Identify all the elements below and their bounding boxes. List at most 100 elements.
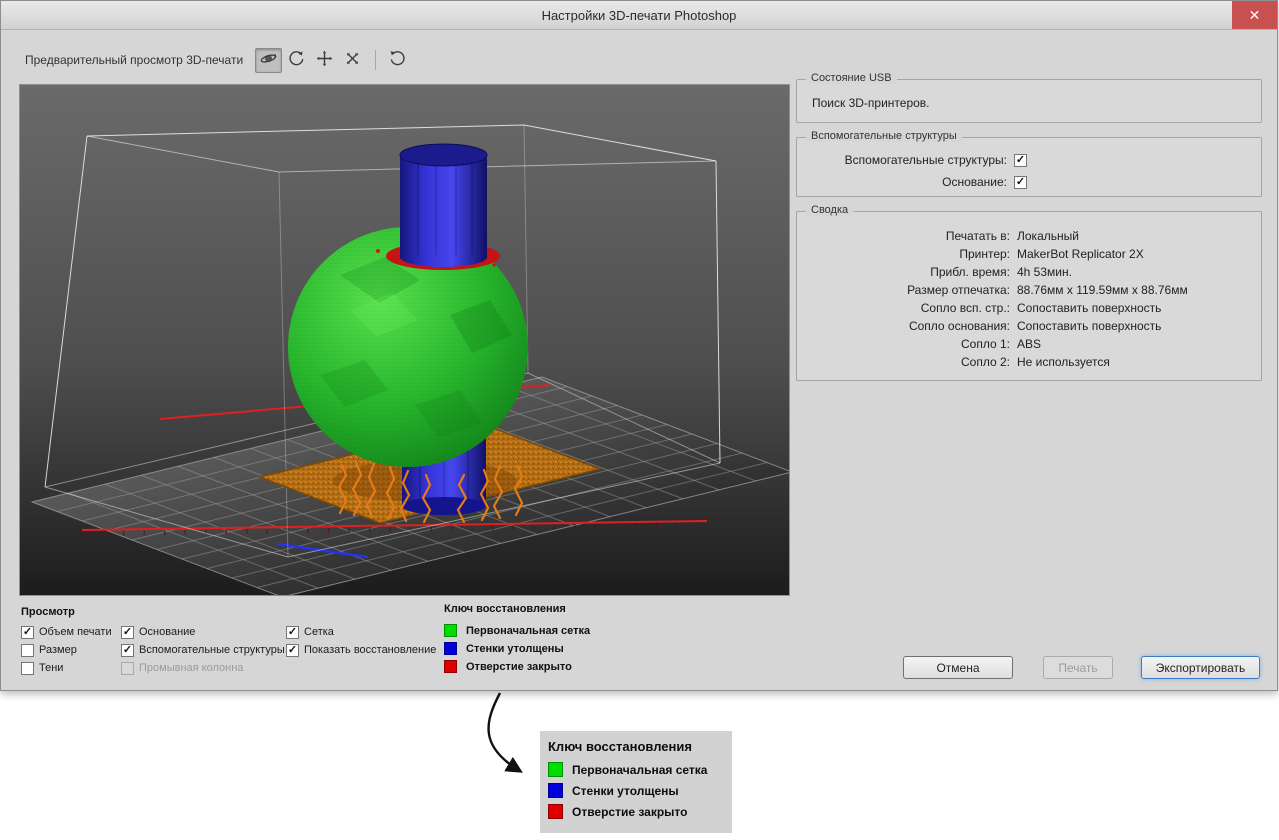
export-button[interactable]: Экспортировать: [1141, 656, 1260, 679]
mesh-checkbox[interactable]: ✓: [286, 625, 299, 639]
legend-label: Стенки утолщены: [466, 642, 564, 655]
roll-camera-icon: [288, 50, 305, 70]
callout-label: Первоначальная сетка: [572, 762, 708, 777]
legend-label: Первоначальная сетка: [466, 624, 591, 637]
view-options-column-2: ✓ Основание ✓ Вспомогательные структуры …: [121, 625, 285, 675]
option-label: Показать восстановление: [304, 644, 437, 656]
pan-camera-button[interactable]: [311, 48, 338, 73]
summary-key: Печатать в:: [945, 229, 1010, 243]
raft-checkbox[interactable]: ✓: [1014, 175, 1027, 189]
support-structures-checkbox[interactable]: ✓: [1014, 153, 1027, 167]
option-label: Сетка: [304, 626, 334, 638]
summary-row: Сопло 2: Не используется: [797, 353, 1261, 371]
view-option-show-repair[interactable]: ✓ Показать восстановление: [286, 643, 436, 657]
preview-toolbar: Предварительный просмотр 3D-печати: [25, 46, 412, 74]
print-preview-viewport[interactable]: [19, 84, 790, 596]
view-option-raft[interactable]: ✓ Основание: [121, 625, 285, 639]
blue-swatch: [548, 783, 563, 798]
summary-row: Сопло всп. стр.: Сопоставить поверхность: [797, 299, 1261, 317]
summary-key: Прибл. время:: [930, 265, 1010, 279]
raft-label: Основание:: [942, 175, 1007, 189]
callout-item: Отверстие закрыто: [548, 804, 722, 819]
green-swatch: [444, 624, 457, 637]
summary-value: Сопоставить поверхность: [1017, 301, 1162, 315]
blue-swatch: [444, 642, 457, 655]
orbit-camera-button[interactable]: [255, 47, 283, 73]
summary-value: Локальный: [1017, 229, 1079, 243]
option-label: Вспомогательные структуры: [139, 644, 285, 656]
summary-key: Сопло 2:: [961, 355, 1010, 369]
view-options-column-1: ✓ Объем печати Размер Тени: [21, 625, 112, 675]
view-option-purge-column: Промывная колонна: [121, 661, 285, 675]
option-label: Основание: [139, 626, 196, 638]
summary-row: Сопло 1: ABS: [797, 335, 1261, 353]
summary-key: Сопло основания:: [908, 319, 1010, 333]
summary-value: 4h 53мин.: [1017, 265, 1072, 279]
legend-item: Стенки утолщены: [444, 642, 590, 655]
window-title: Настройки 3D-печати Photoshop: [541, 7, 737, 23]
support-structures-group: Вспомогательные структуры Вспомогательны…: [796, 130, 1262, 197]
size-checkbox[interactable]: [21, 643, 34, 657]
summary-value: Сопоставить поверхность: [1017, 319, 1162, 333]
reset-camera-icon: [389, 50, 406, 70]
repair-key-callout: Ключ восстановления Первоначальная сетка…: [540, 731, 732, 833]
option-label: Объем печати: [39, 626, 112, 638]
legend-item: Первоначальная сетка: [444, 624, 590, 637]
raft-row[interactable]: Основание: ✓: [797, 171, 1261, 193]
view-option-mesh[interactable]: ✓ Сетка: [286, 625, 436, 639]
dialog-buttons: Отмена Печать Экспортировать: [903, 656, 1260, 679]
close-button[interactable]: ✕: [1232, 1, 1277, 29]
3d-scene-canvas: [20, 85, 789, 595]
slide-camera-icon: [344, 50, 361, 70]
pan-camera-icon: [316, 50, 333, 70]
cancel-button[interactable]: Отмена: [903, 656, 1013, 679]
view-option-supports[interactable]: ✓ Вспомогательные структуры: [121, 643, 285, 657]
supports-view-checkbox[interactable]: ✓: [121, 643, 134, 657]
model-cylinder-top: [399, 143, 488, 267]
option-label: Размер: [39, 644, 77, 656]
slide-camera-button[interactable]: [339, 48, 366, 73]
summary-group-title: Сводка: [806, 204, 854, 216]
print-button[interactable]: Печать: [1043, 656, 1113, 679]
summary-key: Сопло всп. стр.:: [920, 301, 1010, 315]
summary-value: 88.76мм x 119.59мм x 88.76мм: [1017, 283, 1188, 297]
summary-key: Принтер:: [959, 247, 1010, 261]
summary-row: Печатать в: Локальный: [797, 227, 1261, 245]
view-option-print-volume[interactable]: ✓ Объем печати: [21, 625, 112, 639]
callout-arrow: [487, 692, 523, 773]
shadows-checkbox[interactable]: [21, 661, 34, 675]
usb-status-group-title: Состояние USB: [806, 72, 897, 84]
print-volume-checkbox[interactable]: ✓: [21, 625, 34, 639]
roll-camera-button[interactable]: [283, 48, 310, 73]
summary-value: MakerBot Replicator 2X: [1017, 247, 1144, 261]
usb-status-group: Состояние USB Поиск 3D-принтеров.: [796, 72, 1262, 123]
red-swatch: [444, 660, 457, 673]
summary-group: Сводка Печатать в: Локальный Принтер: Ma…: [796, 204, 1262, 381]
purge-column-checkbox: [121, 661, 134, 675]
repair-key-title: Ключ восстановления: [444, 603, 566, 615]
summary-row: Прибл. время: 4h 53мин.: [797, 263, 1261, 281]
titlebar[interactable]: Настройки 3D-печати Photoshop ✕: [1, 1, 1277, 30]
support-structures-row[interactable]: Вспомогательные структуры: ✓: [797, 149, 1261, 171]
view-options-column-3: ✓ Сетка ✓ Показать восстановление: [286, 625, 436, 657]
option-label: Промывная колонна: [139, 662, 244, 674]
view-options-title: Просмотр: [21, 606, 75, 618]
summary-value: ABS: [1017, 337, 1042, 351]
reset-camera-button[interactable]: [384, 48, 411, 73]
support-structures-label: Вспомогательные структуры:: [844, 153, 1007, 167]
support-structures-group-title: Вспомогательные структуры: [806, 130, 962, 142]
view-option-shadows[interactable]: Тени: [21, 661, 112, 675]
callout-title: Ключ восстановления: [548, 739, 692, 754]
option-label: Тени: [39, 662, 64, 674]
summary-row: Принтер: MakerBot Replicator 2X: [797, 245, 1261, 263]
legend-label: Отверстие закрыто: [466, 660, 572, 673]
green-swatch: [548, 762, 563, 777]
raft-view-checkbox[interactable]: ✓: [121, 625, 134, 639]
summary-row: Сопло основания: Сопоставить поверхность: [797, 317, 1261, 335]
show-repair-checkbox[interactable]: ✓: [286, 643, 299, 657]
usb-status-text: Поиск 3D-принтеров.: [812, 96, 930, 110]
repair-key-legend: Ключ восстановления Первоначальная сетка…: [444, 603, 590, 678]
view-option-size[interactable]: Размер: [21, 643, 112, 657]
summary-row: Размер отпечатка: 88.76мм x 119.59мм x 8…: [797, 281, 1261, 299]
callout-item: Первоначальная сетка: [548, 762, 722, 777]
